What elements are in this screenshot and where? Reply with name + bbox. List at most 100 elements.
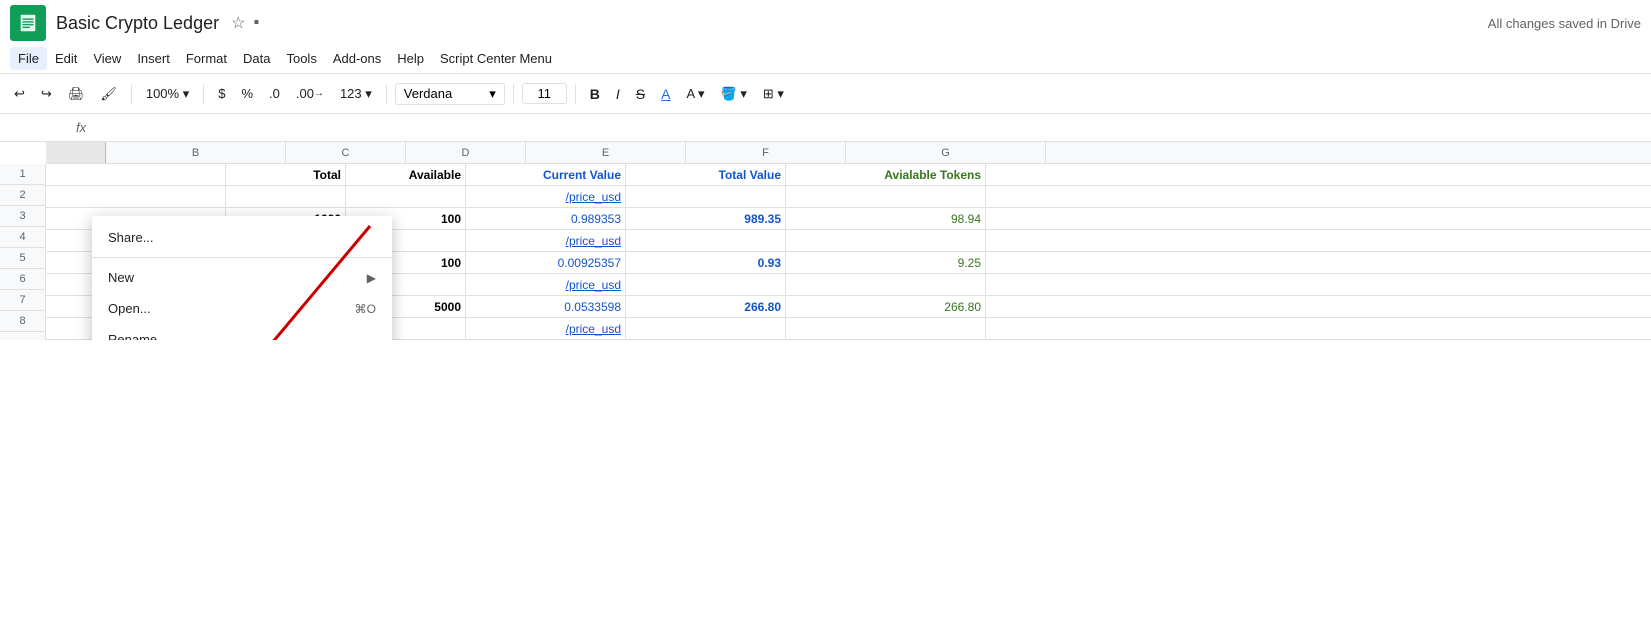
- font-name-arrow: ▾: [489, 86, 496, 102]
- table-row: Total Available Current Value Total Valu…: [46, 164, 1651, 186]
- decimal-increase-button[interactable]: .00→: [290, 82, 330, 105]
- decimal-decrease-button[interactable]: .0: [263, 82, 286, 105]
- menu-view[interactable]: View: [85, 47, 129, 70]
- cell-e2[interactable]: /price_usd: [466, 186, 626, 207]
- new-label: New: [108, 270, 367, 285]
- cell-f1[interactable]: Total Value: [626, 164, 786, 185]
- save-status: All changes saved in Drive: [1488, 16, 1641, 31]
- menu-item-new[interactable]: New ▶: [92, 262, 392, 293]
- cell-e4[interactable]: /price_usd: [466, 230, 626, 251]
- cell-f2[interactable]: [626, 186, 786, 207]
- col-header-f[interactable]: F: [686, 142, 846, 163]
- column-header-row: B C D E F G: [46, 142, 1651, 164]
- toolbar-separator-5: [575, 84, 576, 104]
- cell-d1[interactable]: Available: [346, 164, 466, 185]
- table-row: /price_usd: [46, 186, 1651, 208]
- menu-insert[interactable]: Insert: [129, 47, 178, 70]
- cell-e8[interactable]: /price_usd: [466, 318, 626, 339]
- cell-f5[interactable]: 0.93: [626, 252, 786, 273]
- strikethrough-button[interactable]: S: [630, 82, 651, 106]
- row-header-2: 2: [0, 185, 45, 206]
- open-label: Open...: [108, 301, 355, 316]
- redo-button[interactable]: ↪: [35, 82, 58, 106]
- cell-c1[interactable]: Total: [226, 164, 346, 185]
- zoom-button[interactable]: 100% ▾: [140, 82, 195, 106]
- col-header-d[interactable]: D: [406, 142, 526, 163]
- share-label: Share...: [108, 230, 376, 245]
- star-icon[interactable]: ☆: [231, 13, 245, 33]
- toolbar: ↩ ↪ 🖨 🖌 100% ▾ $ % .0 .00→ 123 ▾ Verdana…: [0, 74, 1651, 114]
- row-header-4: 4: [0, 227, 45, 248]
- cell-f6[interactable]: [626, 274, 786, 295]
- row-header-6: 6: [0, 269, 45, 290]
- underline-button[interactable]: A: [655, 82, 676, 106]
- toolbar-separator-1: [131, 84, 132, 104]
- menu-tools[interactable]: Tools: [278, 47, 324, 70]
- percent-button[interactable]: %: [235, 82, 259, 105]
- menu-separator-1: [92, 257, 392, 258]
- cell-f7[interactable]: 266.80: [626, 296, 786, 317]
- currency-button[interactable]: $: [212, 82, 231, 105]
- new-arrow-icon: ▶: [367, 271, 376, 285]
- menu-item-share[interactable]: Share...: [92, 222, 392, 253]
- cell-b1[interactable]: [46, 164, 226, 185]
- row-header-5: 5: [0, 248, 45, 269]
- menu-format[interactable]: Format: [178, 47, 235, 70]
- cell-f4[interactable]: [626, 230, 786, 251]
- cell-g6[interactable]: [786, 274, 986, 295]
- cell-e3[interactable]: 0.989353: [466, 208, 626, 229]
- title-bar: Basic Crypto Ledger ☆ ▪ All changes save…: [0, 0, 1651, 44]
- borders-button[interactable]: ⊞ ▾: [757, 82, 790, 106]
- cell-d2[interactable]: [346, 186, 466, 207]
- menu-help[interactable]: Help: [389, 47, 432, 70]
- cell-f3[interactable]: 989.35: [626, 208, 786, 229]
- bold-button[interactable]: B: [584, 82, 606, 106]
- font-name-selector[interactable]: Verdana ▾: [395, 83, 505, 105]
- toolbar-separator-4: [513, 84, 514, 104]
- cell-e1[interactable]: Current Value: [466, 164, 626, 185]
- sheets-logo: [10, 5, 46, 41]
- format-123-button[interactable]: 123 ▾: [334, 82, 378, 106]
- cell-g4[interactable]: [786, 230, 986, 251]
- col-header-g[interactable]: G: [846, 142, 1046, 163]
- cell-e7[interactable]: 0.0533598: [466, 296, 626, 317]
- rename-label: Rename...: [108, 332, 376, 340]
- cell-g5[interactable]: 9.25: [786, 252, 986, 273]
- row-headers: 1 2 3 4 5 6 7 8: [0, 164, 46, 340]
- menu-item-rename[interactable]: Rename...: [92, 324, 392, 340]
- open-shortcut: ⌘O: [355, 302, 376, 316]
- col-header-b[interactable]: B: [106, 142, 286, 163]
- font-size-selector[interactable]: 11: [522, 83, 567, 104]
- cell-g3[interactable]: 98.94: [786, 208, 986, 229]
- font-name-label: Verdana: [404, 86, 452, 101]
- menu-addons[interactable]: Add-ons: [325, 47, 389, 70]
- cell-e6[interactable]: /price_usd: [466, 274, 626, 295]
- cell-e5[interactable]: 0.00925357: [466, 252, 626, 273]
- folder-icon[interactable]: ▪: [253, 14, 259, 32]
- document-title: Basic Crypto Ledger: [56, 13, 219, 34]
- text-color-button[interactable]: A ▾: [680, 82, 710, 106]
- undo-button[interactable]: ↩: [8, 82, 31, 106]
- italic-button[interactable]: I: [610, 82, 626, 106]
- cell-g8[interactable]: [786, 318, 986, 339]
- menu-script-center[interactable]: Script Center Menu: [432, 47, 560, 70]
- col-header-c[interactable]: C: [286, 142, 406, 163]
- menu-file[interactable]: File: [10, 47, 47, 70]
- cell-g7[interactable]: 266.80: [786, 296, 986, 317]
- cell-b2[interactable]: [46, 186, 226, 207]
- col-header-a[interactable]: [46, 142, 106, 163]
- file-dropdown-menu: Share... New ▶ Open... ⌘O Rename... Make…: [92, 216, 392, 340]
- menu-item-open[interactable]: Open... ⌘O: [92, 293, 392, 324]
- menu-data[interactable]: Data: [235, 47, 278, 70]
- col-header-e[interactable]: E: [526, 142, 686, 163]
- paint-format-button[interactable]: 🖌: [94, 82, 123, 106]
- print-button[interactable]: 🖨: [62, 82, 91, 106]
- cell-g1[interactable]: Avialable Tokens: [786, 164, 986, 185]
- cell-g2[interactable]: [786, 186, 986, 207]
- cell-f8[interactable]: [626, 318, 786, 339]
- toolbar-separator-3: [386, 84, 387, 104]
- fill-color-button[interactable]: 🪣 ▾: [715, 82, 753, 106]
- menu-bar: File Edit View Insert Format Data Tools …: [0, 44, 1651, 74]
- cell-c2[interactable]: [226, 186, 346, 207]
- menu-edit[interactable]: Edit: [47, 47, 85, 70]
